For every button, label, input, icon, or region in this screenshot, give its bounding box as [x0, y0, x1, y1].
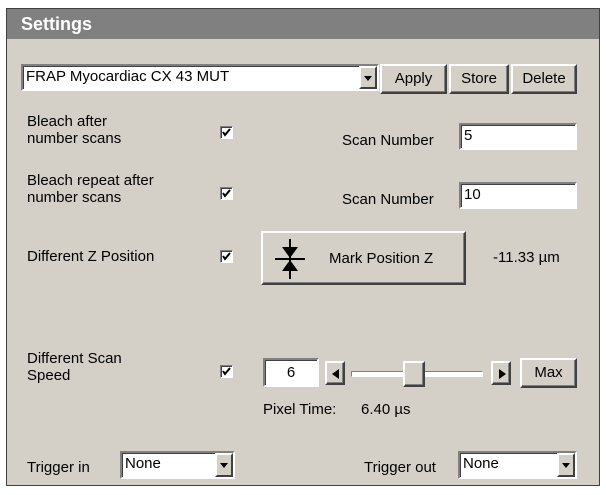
trigger-in-dropdown-button[interactable]	[215, 453, 233, 477]
checkmark-icon	[222, 189, 231, 198]
apply-button[interactable]: Apply	[380, 64, 447, 94]
checkmark-icon	[222, 252, 231, 261]
pixel-time-label: Pixel Time:	[263, 401, 337, 418]
config-select[interactable]: FRAP Myocardiac CX 43 MUT	[21, 64, 379, 91]
mark-position-z-label: Mark Position Z	[329, 250, 434, 267]
trigger-in-value: None	[125, 455, 161, 472]
chevron-down-icon	[364, 75, 372, 81]
z-position-value: -11.33 µm	[493, 249, 560, 266]
bleach-after-scan-label: Scan Number	[342, 132, 434, 149]
arrow-left-icon	[332, 369, 339, 379]
scan-speed-input[interactable]: 6	[263, 358, 319, 387]
trigger-out-dropdown-button[interactable]	[557, 453, 575, 477]
config-select-value: FRAP Myocardiac CX 43 MUT	[26, 68, 230, 85]
delete-button[interactable]: Delete	[511, 64, 577, 94]
bleach-after-label: Bleach after number scans	[27, 113, 122, 147]
chevron-down-icon	[562, 463, 570, 468]
slider-thumb[interactable]	[403, 361, 425, 387]
pixel-time-value: 6.40 µs	[361, 401, 411, 418]
trigger-in-select[interactable]: None	[120, 451, 235, 479]
checkmark-icon	[222, 128, 231, 137]
trigger-out-label: Trigger out	[364, 459, 436, 476]
scan-speed-checkbox[interactable]	[220, 365, 233, 378]
chevron-down-icon	[220, 463, 228, 468]
speed-increase-button[interactable]	[491, 361, 511, 385]
settings-panel: Settings FRAP Myocardiac CX 43 MUT Apply…	[6, 8, 600, 486]
trigger-in-label: Trigger in	[27, 459, 90, 476]
bleach-repeat-label: Bleach repeat after number scans	[27, 172, 154, 206]
bleach-after-checkbox[interactable]	[220, 126, 233, 139]
bleach-repeat-scan-input[interactable]: 10	[459, 182, 577, 209]
checkmark-icon	[222, 367, 231, 376]
bleach-after-scan-input[interactable]: 5	[459, 123, 577, 150]
arrow-right-icon	[499, 369, 506, 379]
config-dropdown-button[interactable]	[359, 66, 377, 89]
scan-speed-label: Different Scan Speed	[27, 350, 122, 384]
store-button[interactable]: Store	[449, 64, 509, 94]
speed-slider[interactable]	[351, 361, 483, 387]
bleach-repeat-scan-label: Scan Number	[342, 191, 434, 208]
z-position-label: Different Z Position	[27, 248, 155, 265]
trigger-out-select[interactable]: None	[458, 451, 577, 479]
panel-title: Settings	[7, 9, 599, 39]
bleach-repeat-checkbox[interactable]	[220, 187, 233, 200]
speed-decrease-button[interactable]	[325, 361, 345, 385]
max-button[interactable]: Max	[520, 358, 577, 388]
position-marker-icon	[275, 239, 305, 279]
trigger-out-value: None	[463, 455, 499, 472]
mark-position-z-button[interactable]: Mark Position Z	[261, 231, 466, 285]
z-position-checkbox[interactable]	[220, 250, 233, 263]
